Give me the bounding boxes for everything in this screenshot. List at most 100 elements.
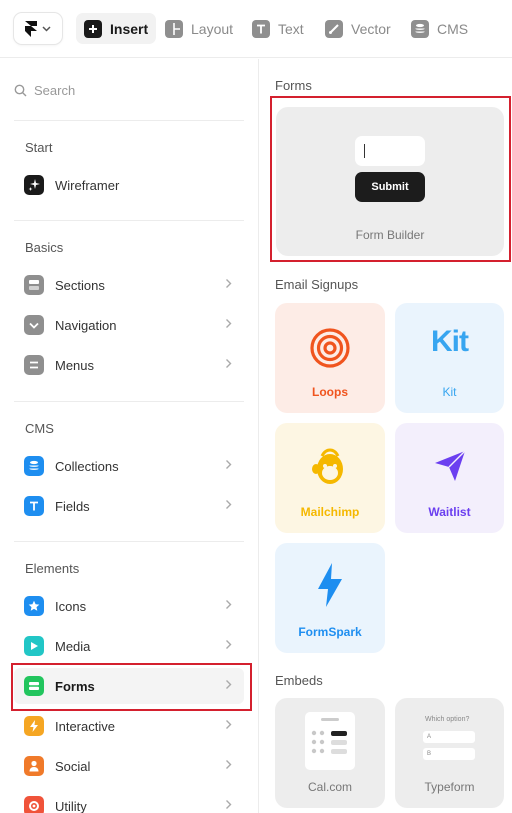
section-title-cms: CMS xyxy=(25,421,54,436)
sidebar-item-sections[interactable]: Sections xyxy=(14,267,244,303)
card-label: Form Builder xyxy=(355,228,425,242)
tab-label: Layout xyxy=(191,20,234,37)
search-placeholder: Search xyxy=(34,82,76,98)
chevron-right-icon xyxy=(226,319,232,328)
sidebar-item-fields[interactable]: Fields xyxy=(14,488,244,524)
text-icon xyxy=(252,19,270,38)
utility-icon xyxy=(24,796,44,813)
embeds-heading: Embeds xyxy=(275,673,323,688)
divider xyxy=(14,401,244,402)
chevron-right-icon xyxy=(226,720,232,729)
calendar-dots-icon xyxy=(311,730,347,754)
sidebar-item-media[interactable]: Media xyxy=(14,628,244,664)
chevron-right-icon xyxy=(226,279,232,288)
tab-cms[interactable]: CMS xyxy=(403,13,476,44)
sidebar-item-interactive[interactable]: Interactive xyxy=(14,708,244,744)
loops-logo-icon xyxy=(310,328,350,368)
play-icon xyxy=(24,636,44,656)
sidebar-item-menus[interactable]: Menus xyxy=(14,347,244,383)
loops-card[interactable]: Loops xyxy=(275,303,385,413)
menu-icon xyxy=(24,355,44,375)
section-title-basics: Basics xyxy=(25,240,64,255)
sidebar-item-label: Fields xyxy=(55,498,90,514)
chevron-right-icon xyxy=(226,640,232,649)
section-title-elements: Elements xyxy=(25,561,80,576)
card-label: Typeform xyxy=(424,780,475,794)
sidebar-item-label: Utility xyxy=(55,798,87,813)
tab-label: Text xyxy=(278,20,304,37)
sidebar-item-social[interactable]: Social xyxy=(14,748,244,784)
divider xyxy=(14,541,244,542)
form-input-preview xyxy=(355,136,425,166)
sidebar-item-wireframer[interactable]: Wireframer xyxy=(14,167,244,203)
search-icon xyxy=(14,84,27,96)
formspark-card[interactable]: FormSpark xyxy=(275,543,385,653)
sidebar-item-collections[interactable]: Collections xyxy=(14,448,244,484)
typeform-question: Which option? xyxy=(425,716,470,723)
sidebar-item-utility[interactable]: Utility xyxy=(14,788,244,813)
sidebar-item-label: Menus xyxy=(55,357,95,373)
search-field[interactable]: Search xyxy=(14,81,75,99)
tab-layout[interactable]: Layout xyxy=(157,13,241,44)
kit-card[interactable]: Kit Kit xyxy=(395,303,504,413)
typeform-option-b: B xyxy=(423,748,475,760)
sidebar-item-icons[interactable]: Icons xyxy=(14,588,244,624)
section-title-start: Start xyxy=(25,140,53,155)
form-icon xyxy=(24,676,44,696)
text-field-icon xyxy=(24,496,44,516)
divider xyxy=(14,220,244,221)
divider xyxy=(14,120,244,121)
person-icon xyxy=(24,756,44,776)
sidebar-item-label: Collections xyxy=(55,458,119,474)
navigation-icon xyxy=(24,315,44,335)
tab-label: Vector xyxy=(351,20,391,37)
chevron-right-icon xyxy=(226,800,232,809)
insert-sidebar: Search Start Wireframer Basics Sections … xyxy=(0,59,259,813)
database-icon xyxy=(411,19,429,38)
sidebar-item-forms[interactable]: Forms xyxy=(14,668,244,704)
sidebar-item-label: Forms xyxy=(55,678,95,694)
form-builder-card[interactable]: Submit Form Builder xyxy=(276,107,504,256)
sparkle-icon xyxy=(24,175,44,195)
star-icon xyxy=(24,596,44,616)
submit-button-preview: Submit xyxy=(355,172,425,202)
tab-text[interactable]: Text xyxy=(244,13,312,44)
card-label: FormSpark xyxy=(298,625,362,639)
tab-insert[interactable]: Insert xyxy=(76,13,157,44)
sidebar-item-label: Icons xyxy=(55,598,87,614)
mailchimp-card[interactable]: Mailchimp xyxy=(275,423,385,533)
card-label: Loops xyxy=(312,385,348,399)
sidebar-item-label: Interactive xyxy=(55,718,115,734)
chevron-right-icon xyxy=(226,680,232,689)
layout-icon xyxy=(165,19,183,38)
card-label: Kit xyxy=(442,385,457,399)
preview-bar xyxy=(321,718,339,721)
sections-icon xyxy=(24,275,44,295)
email-signups-heading: Email Signups xyxy=(275,277,359,292)
sidebar-item-label: Media xyxy=(55,638,91,654)
card-label: Cal.com xyxy=(307,780,352,794)
database-icon xyxy=(24,456,44,476)
chevron-down-icon xyxy=(42,25,51,32)
calcom-card[interactable]: Cal.com xyxy=(275,698,385,808)
waitlist-card[interactable]: Waitlist xyxy=(395,423,504,533)
forms-heading: Forms xyxy=(275,78,312,93)
calendar-preview xyxy=(305,712,355,770)
sidebar-item-label: Navigation xyxy=(55,317,117,333)
top-toolbar: Insert Layout Text Vector CMS xyxy=(0,0,512,58)
formspark-bolt-icon xyxy=(318,563,342,607)
chevron-right-icon xyxy=(226,460,232,469)
sidebar-item-navigation[interactable]: Navigation xyxy=(14,307,244,343)
mailchimp-logo-icon xyxy=(312,448,343,484)
tab-label: CMS xyxy=(437,20,469,37)
tab-label: Insert xyxy=(110,20,149,37)
text-cursor xyxy=(364,144,365,158)
pen-icon xyxy=(325,19,343,38)
framer-menu-button[interactable] xyxy=(14,13,62,44)
typeform-card[interactable]: Which option? A B Typeform xyxy=(395,698,504,808)
sidebar-item-label: Sections xyxy=(55,277,105,293)
tab-vector[interactable]: Vector xyxy=(317,13,399,44)
bolt-icon xyxy=(24,716,44,736)
sidebar-item-label: Wireframer xyxy=(55,177,120,193)
card-label: Mailchimp xyxy=(300,505,360,519)
